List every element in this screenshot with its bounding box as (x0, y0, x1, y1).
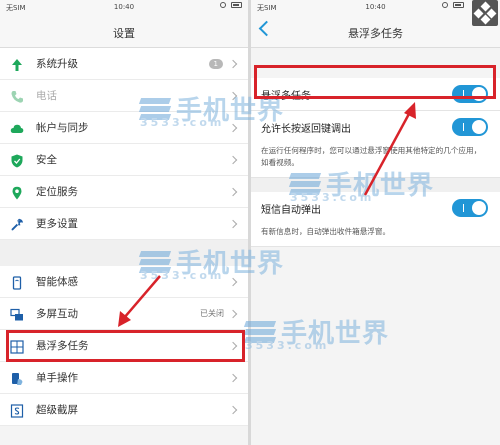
chevron-right-icon (228, 155, 238, 164)
chevron-right-icon (228, 341, 238, 350)
settings-item-one-hand[interactable]: 单手操作 (0, 362, 248, 394)
chevron-right-icon (228, 277, 238, 286)
settings-list-top: 系统升级 1 电话 帐户与同步 安全 定位服务 更多设置 (0, 48, 248, 240)
one-hand-icon (10, 371, 24, 385)
settings-item-accounts-sync[interactable]: 帐户与同步 (0, 112, 248, 144)
settings-item-smart-motion[interactable]: 智能体感 (0, 266, 248, 298)
settings-item-label: 定位服务 (36, 186, 78, 198)
settings-item-security[interactable]: 安全 (0, 144, 248, 176)
settings-item-label: 超级截屏 (36, 404, 78, 416)
settings-item-label: 系统升级 (36, 58, 78, 70)
location-pin-icon (10, 185, 24, 199)
wrench-icon (10, 217, 24, 231)
setting-label: 允许长按返回键调出 (261, 123, 351, 135)
long-press-back-toggle[interactable] (452, 118, 488, 136)
settings-item-floating-multitask[interactable]: 悬浮多任务 (0, 330, 248, 362)
section-gap (0, 240, 248, 266)
multi-screen-status: 已关闭 (200, 309, 224, 318)
setting-label: 悬浮多任务 (261, 90, 311, 102)
settings-item-label: 帐户与同步 (36, 122, 89, 134)
settings-item-more[interactable]: 更多设置 (0, 208, 248, 240)
cloud-icon (10, 121, 24, 135)
chevron-right-icon (228, 219, 238, 228)
sms-popup-description: 有新信息时，自动弹出收件箱悬浮窗。 (251, 224, 500, 247)
settings-item-label: 更多设置 (36, 218, 78, 230)
chevron-right-icon (228, 373, 238, 382)
settings-item-label: 悬浮多任务 (36, 340, 89, 352)
chevron-right-icon (228, 187, 238, 196)
floating-window-icon (10, 339, 24, 354)
long-press-back-description: 在运行任何程序时，您可以通过悬浮窗使用其他特定的几个应用，如看视频。 (251, 143, 500, 178)
alarm-icon (442, 2, 448, 8)
settings-item-multi-screen[interactable]: 多屏互动 已关闭 (0, 298, 248, 330)
settings-item-system-update[interactable]: 系统升级 1 (0, 48, 248, 80)
settings-item-super-screenshot[interactable]: 超级截屏 (0, 394, 248, 426)
chevron-right-icon (228, 405, 238, 414)
settings-item-label: 电话 (36, 90, 57, 102)
status-time: 10:40 (113, 3, 135, 11)
settings-screen: 无SIM 10:40 设置 系统升级 1 电话 帐户与同步 安全 定位服务 更多… (0, 0, 248, 445)
settings-item-label: 智能体感 (36, 276, 78, 288)
status-bar: 无SIM 10:40 (0, 0, 248, 14)
chevron-right-icon (228, 123, 238, 132)
settings-item-label: 安全 (36, 154, 57, 166)
page-title: 设置 (113, 27, 135, 40)
setting-label: 短信自动弹出 (261, 204, 321, 216)
status-bar: 无SIM 10:40 (251, 0, 500, 14)
screenshot-icon (10, 403, 24, 418)
title-bar: 悬浮多任务 (251, 0, 500, 48)
chevron-right-icon (228, 309, 238, 318)
sms-popup-toggle[interactable] (452, 199, 488, 217)
setting-floating-multitask[interactable]: 悬浮多任务 (251, 78, 500, 110)
settings-list-bottom: 智能体感 多屏互动 已关闭 悬浮多任务 单手操作 超级截屏 (0, 266, 248, 426)
settings-item-location[interactable]: 定位服务 (0, 176, 248, 208)
floating-multitask-screen: 无SIM 10:40 悬浮多任务 悬浮多任务 允许长按返回键调出 在运行任何程序… (251, 0, 500, 445)
floating-multitask-toggle[interactable] (452, 85, 488, 103)
setting-long-press-back[interactable]: 允许长按返回键调出 (251, 111, 500, 143)
phone-icon (10, 89, 24, 103)
update-count-badge: 1 (208, 58, 223, 69)
screen-mirror-icon (10, 307, 24, 321)
gesture-icon (10, 275, 24, 290)
chevron-right-icon (228, 91, 238, 100)
settings-item-label: 单手操作 (36, 372, 78, 384)
up-arrow-icon (10, 57, 24, 71)
page-title: 悬浮多任务 (348, 27, 403, 40)
setting-sms-popup[interactable]: 短信自动弹出 (251, 192, 500, 224)
alarm-icon (220, 2, 226, 8)
battery-icon (453, 2, 464, 8)
site-logo-icon (472, 0, 498, 26)
title-bar: 设置 (0, 14, 248, 48)
settings-item-phone[interactable]: 电话 (0, 80, 248, 112)
section-gap (251, 178, 500, 192)
shield-icon (10, 153, 24, 167)
chevron-right-icon (228, 59, 238, 68)
settings-item-label: 多屏互动 (36, 308, 78, 320)
battery-icon (231, 2, 242, 8)
